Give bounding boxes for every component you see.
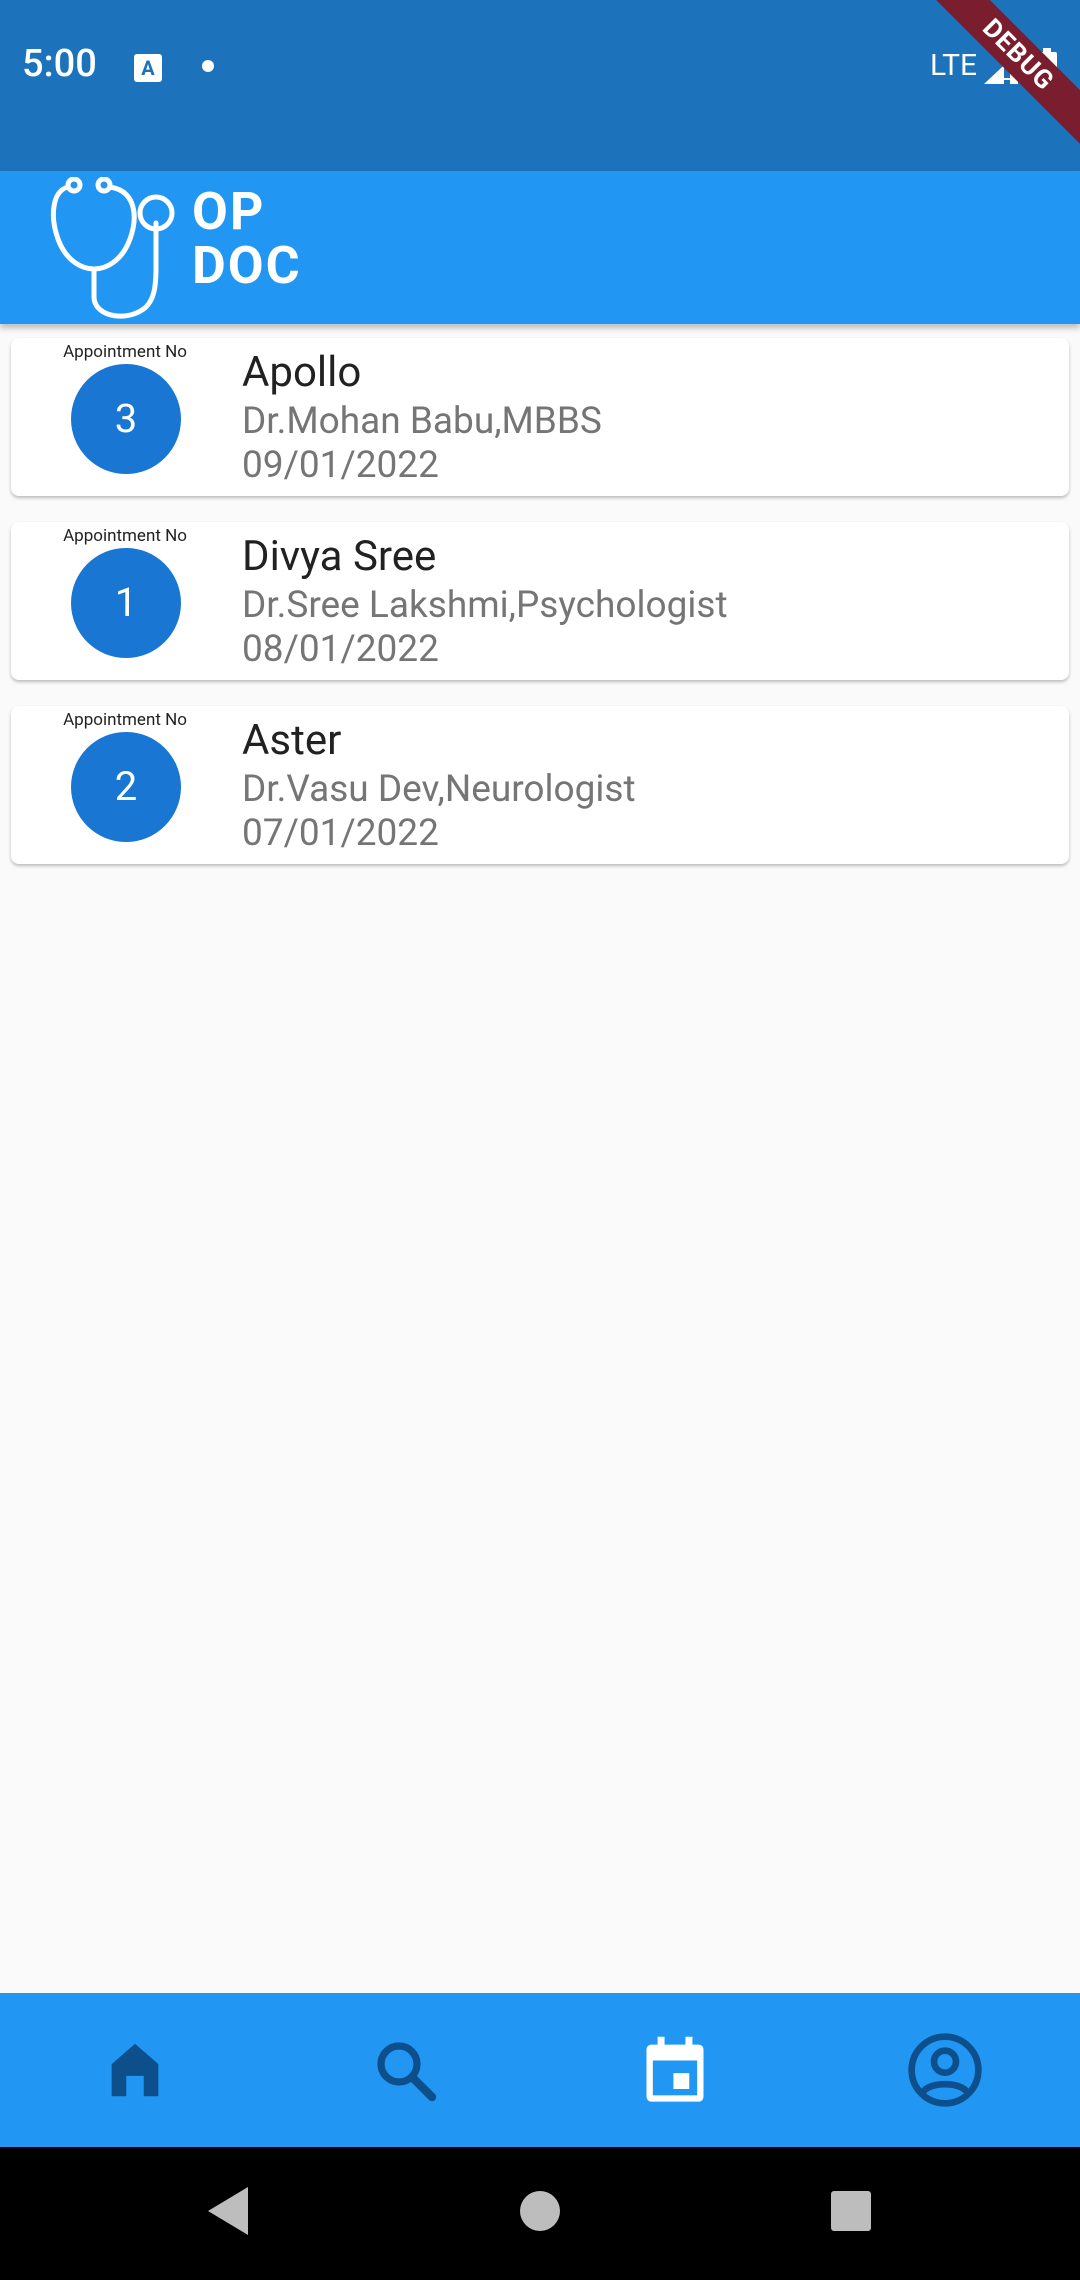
status-time: 5:00: [22, 42, 97, 86]
system-nav-bar: [0, 2147, 1080, 2280]
appointment-number: 3: [71, 364, 181, 474]
appointment-label: Appointment No: [63, 526, 187, 546]
doctor-name: Dr.Vasu Dev,Neurologist: [242, 768, 636, 811]
stethoscope-icon: [50, 177, 175, 319]
appointment-date: 08/01/2022: [242, 628, 439, 671]
appointment-list: Appointment No 3 Apollo Dr.Mohan Babu,MB…: [11, 338, 1069, 890]
appointment-number: 1: [71, 548, 181, 658]
home-circle-icon[interactable]: [519, 2183, 561, 2239]
recents-icon[interactable]: [829, 2183, 873, 2239]
doctor-name: Dr.Sree Lakshmi,Psychologist: [242, 584, 728, 627]
appointment-card[interactable]: Appointment No 1 Divya Sree Dr.Sree Laks…: [11, 522, 1069, 680]
back-icon[interactable]: [204, 2183, 254, 2239]
network-type: LTE: [930, 48, 978, 83]
doctor-name: Dr.Mohan Babu,MBBS: [242, 400, 602, 443]
appointment-card[interactable]: Appointment No 2 Aster Dr.Vasu Dev,Neuro…: [11, 706, 1069, 864]
hospital-name: Aster: [242, 716, 342, 765]
appointment-card[interactable]: Appointment No 3 Apollo Dr.Mohan Babu,MB…: [11, 338, 1069, 496]
nav-home[interactable]: [0, 1993, 270, 2147]
text-a-icon: A: [134, 54, 162, 82]
nav-appointments[interactable]: [540, 1993, 810, 2147]
hospital-name: Divya Sree: [242, 532, 437, 581]
appointment-number: 2: [71, 732, 181, 842]
bottom-nav: [0, 1993, 1080, 2147]
status-bar: 5:00 A LTE DEBUG: [0, 0, 1080, 171]
logo-line-1: OP: [192, 181, 266, 242]
app-logo: OP DOC: [192, 185, 302, 293]
nav-profile[interactable]: [810, 1993, 1080, 2147]
search-icon: [377, 2042, 437, 2102]
logo-line-2: DOC: [192, 235, 302, 296]
dot-icon: [202, 60, 214, 72]
appointment-date: 07/01/2022: [242, 812, 439, 855]
hospital-name: Apollo: [242, 348, 362, 397]
appointment-label: Appointment No: [63, 342, 187, 362]
account-circle-icon: [908, 2033, 982, 2107]
nav-search[interactable]: [270, 1993, 540, 2147]
calendar-icon: [646, 2036, 704, 2102]
home-icon: [111, 2043, 159, 2097]
appointment-date: 09/01/2022: [242, 444, 439, 487]
app-bar: OP DOC: [0, 171, 1080, 324]
appointment-label: Appointment No: [63, 710, 187, 730]
